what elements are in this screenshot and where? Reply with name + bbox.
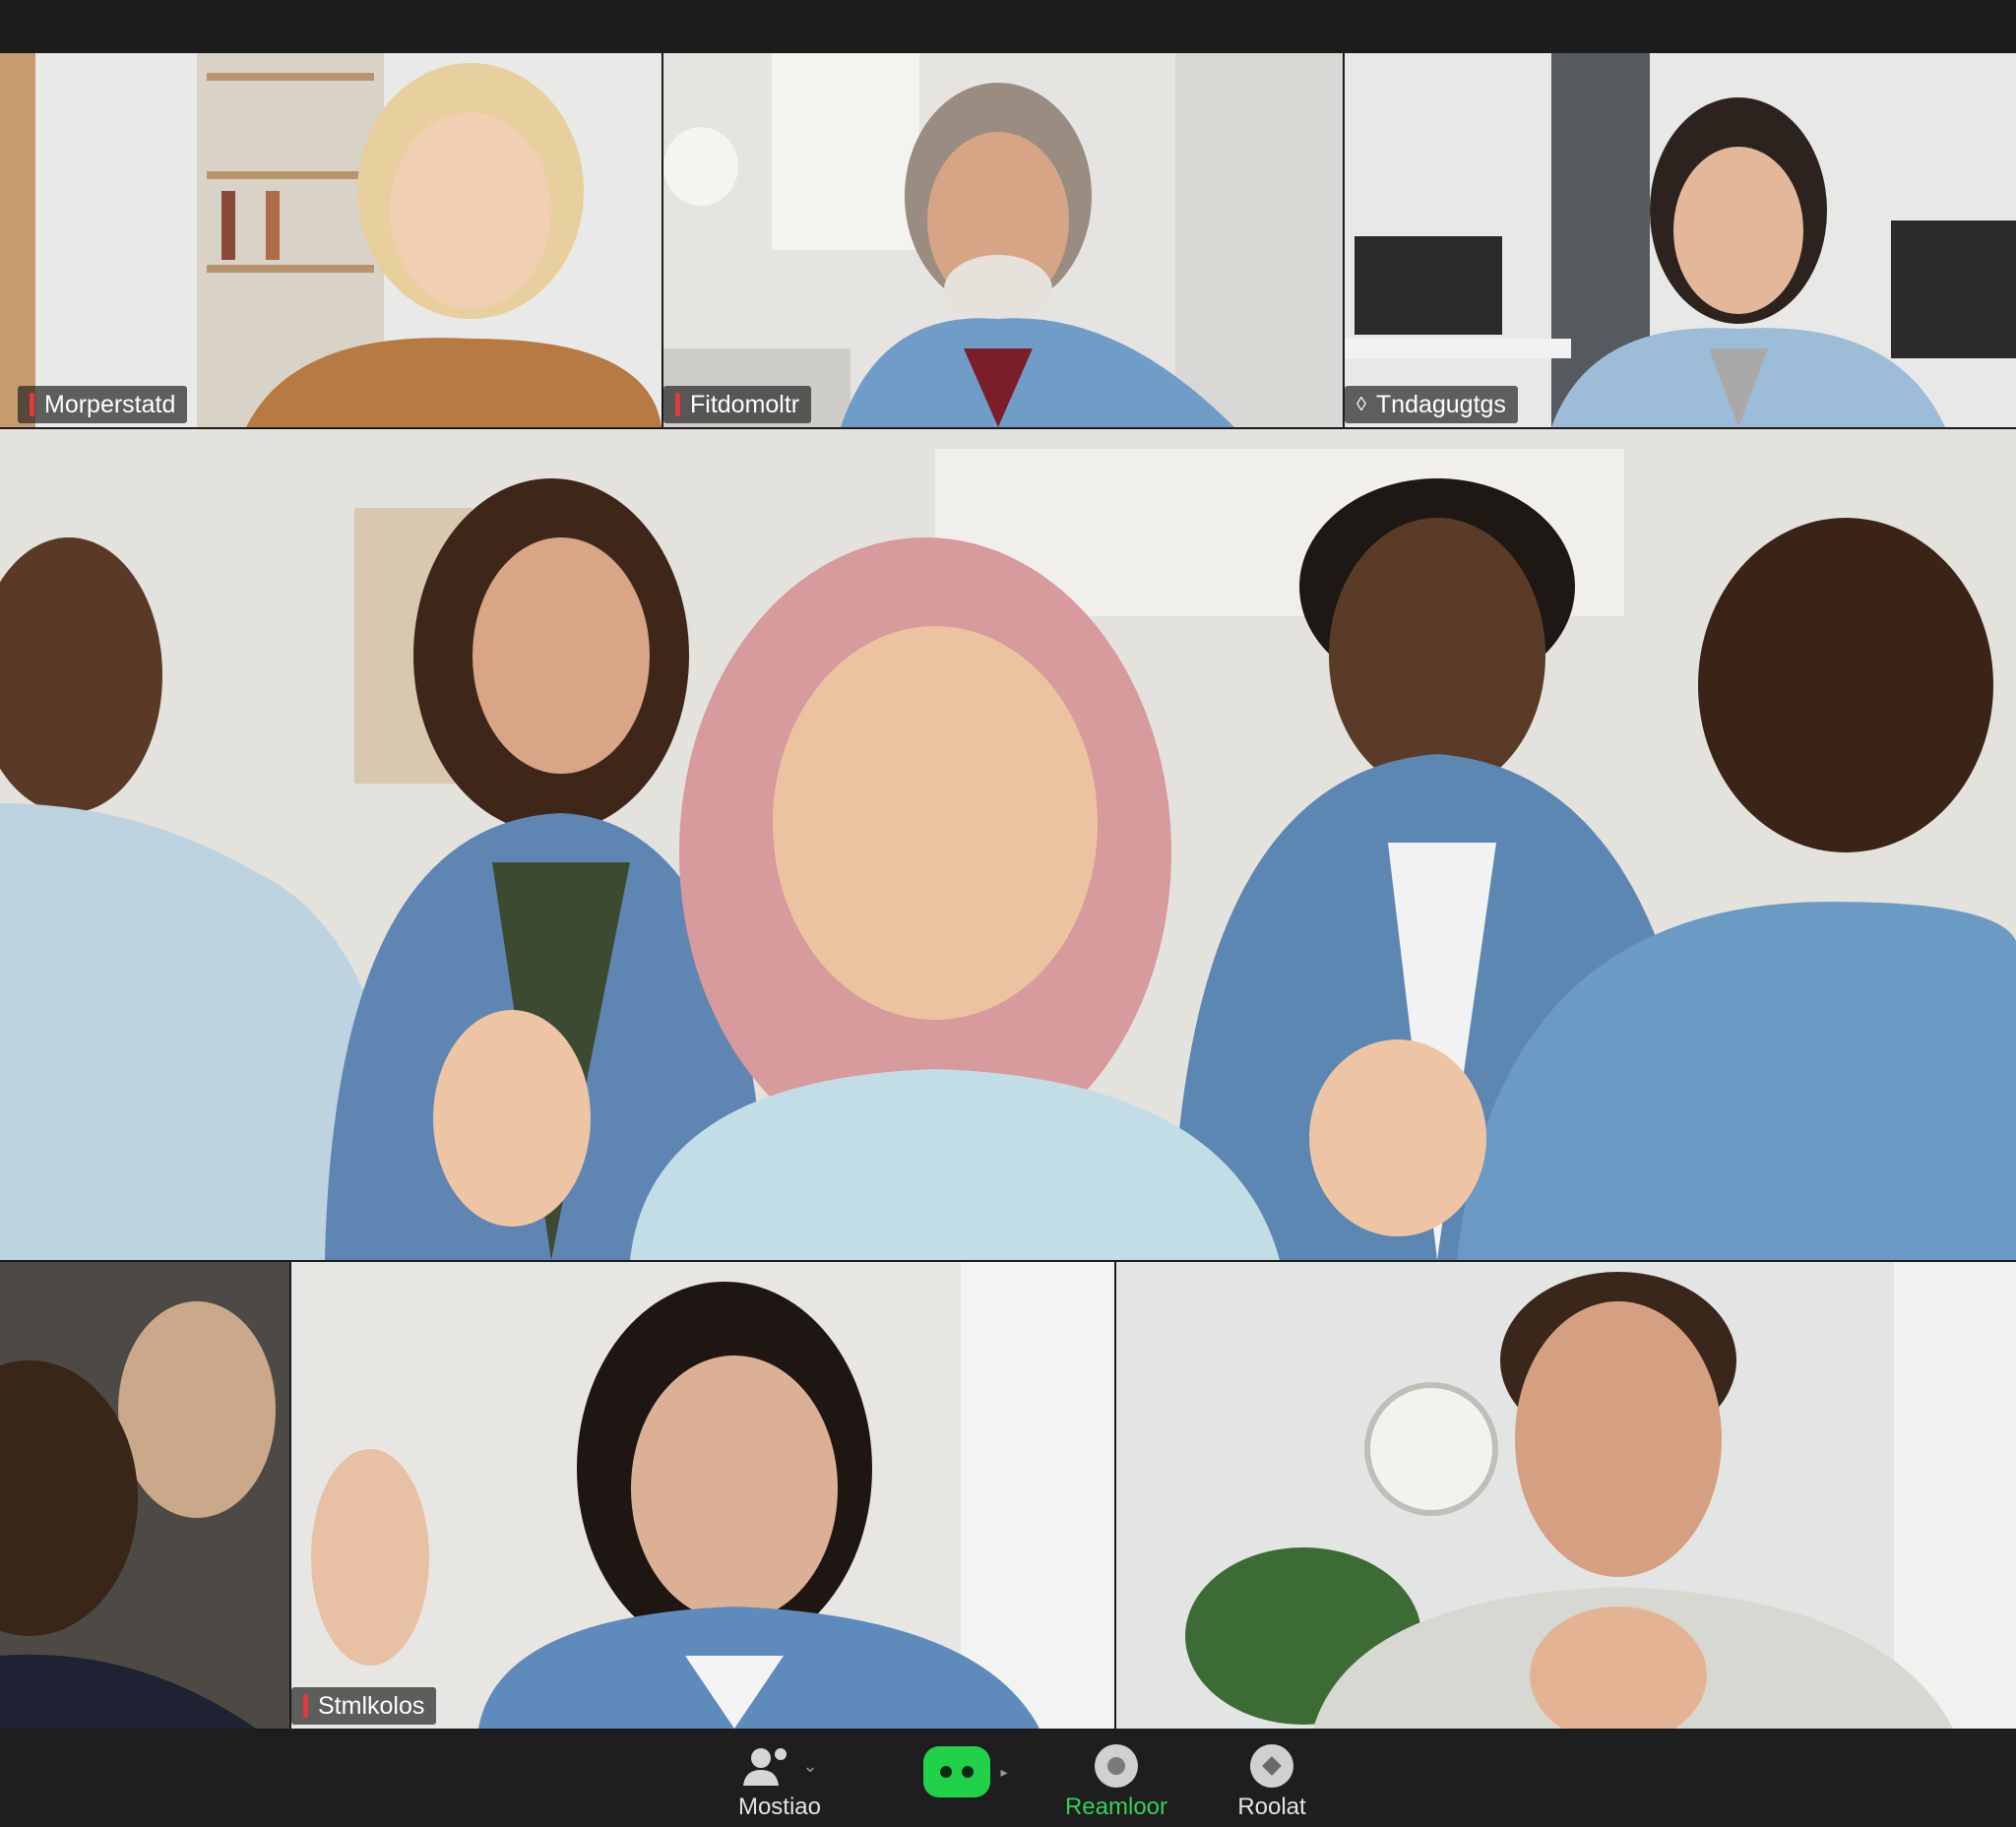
- participant-2-video: [663, 53, 1343, 427]
- participant-name: Morperstatd: [44, 391, 176, 418]
- participant-5-video: [0, 1262, 289, 1729]
- participants-icon: [743, 1748, 788, 1786]
- participant-1-video: [0, 53, 662, 427]
- participant-name-tag: Fitdomoltr: [663, 386, 812, 423]
- video-camera-icon: [923, 1746, 991, 1797]
- participant-name-tag: Stmlkolos: [291, 1687, 437, 1725]
- video-tile-participant-2[interactable]: Fitdomoltr: [663, 53, 1343, 427]
- participant-6-video: [291, 1262, 1114, 1729]
- video-tile-participant-5[interactable]: [0, 1262, 289, 1729]
- mic-muted-icon: [675, 393, 680, 416]
- chevron-right-icon[interactable]: ▸: [1000, 1764, 1007, 1781]
- reactions-label: Roolat: [1237, 1794, 1306, 1820]
- record-button[interactable]: Reamloor: [1047, 1731, 1185, 1821]
- participant-name: Tndagugtgs: [1375, 391, 1506, 418]
- video-tile-participant-3[interactable]: ◊ Tndagugtgs: [1345, 53, 2016, 427]
- video-tile-active-speaker[interactable]: [0, 429, 2016, 1260]
- participant-8-video: [1116, 1262, 2016, 1729]
- participant-name: Stmlkolos: [318, 1692, 425, 1720]
- participants-label: Mostiao: [737, 1794, 822, 1820]
- mic-muted-icon: [303, 1694, 308, 1718]
- participant-name-tag: Morperstatd: [18, 386, 188, 423]
- active-speaker-video: [0, 429, 2016, 1260]
- video-tile-participant-1[interactable]: Morperstatd: [0, 53, 662, 427]
- chevron-down-icon[interactable]: ⌄: [802, 1756, 817, 1777]
- reactions-button[interactable]: Roolat: [1213, 1731, 1331, 1821]
- pin-icon: ◊: [1356, 394, 1366, 415]
- video-tile-participant-6[interactable]: Stmlkolos: [291, 1262, 1114, 1729]
- record-icon: [1095, 1744, 1138, 1788]
- participant-3-video: [1345, 53, 2016, 427]
- reactions-icon: [1250, 1744, 1293, 1788]
- participant-name-tag: ◊ Tndagugtgs: [1345, 386, 1518, 423]
- participant-name: Fitdomoltr: [690, 391, 800, 418]
- mic-muted-icon: [30, 393, 34, 416]
- video-tile-participant-8[interactable]: [1116, 1262, 2016, 1729]
- meeting-controls-bar: ⌄ Mostiao ▸ Reamloor Roolat: [0, 1731, 2016, 1827]
- participants-button[interactable]: ⌄ Mostiao: [721, 1731, 839, 1821]
- video-toggle-button[interactable]: ▸: [912, 1731, 1020, 1797]
- window-top-bar: [0, 0, 2016, 53]
- record-label: Reamloor: [1064, 1794, 1168, 1820]
